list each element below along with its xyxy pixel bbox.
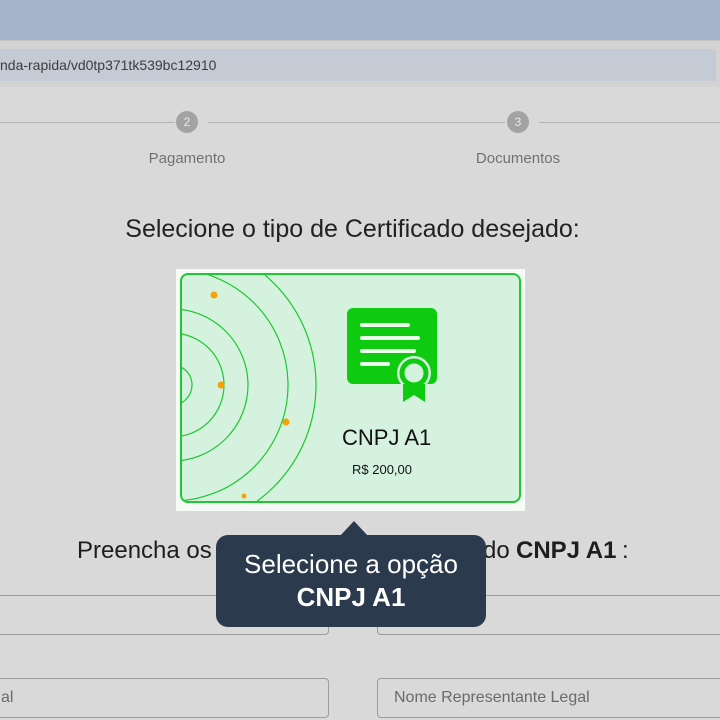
page-content: 2 3 Pagamento Documentos Selecione o tip… <box>0 87 720 720</box>
url-field[interactable]: nda-rapida/vd0tp371tk539bc12910 <box>0 49 716 81</box>
certificate-icon <box>347 308 437 402</box>
step-connector <box>0 122 175 123</box>
form-heading-end: : <box>622 537 629 564</box>
certificate-card-highlight: CNPJ A1 R$ 200,00 <box>176 269 525 511</box>
step-connector <box>539 122 720 123</box>
step-2-label: Pagamento <box>148 150 226 167</box>
tooltip-line1: Selecione a opção <box>244 549 458 579</box>
tutorial-tooltip: Selecione a opção CNPJ A1 <box>216 535 486 627</box>
url-text: nda-rapida/vd0tp371tk539bc12910 <box>0 57 217 73</box>
step-3-circle: 3 <box>507 111 529 133</box>
certificate-option-cnpj-a1[interactable]: CNPJ A1 R$ 200,00 <box>180 273 521 503</box>
browser-title-bar <box>0 0 720 40</box>
field-placeholder: Nome Representante Legal <box>394 689 590 706</box>
field-value: al <box>1 689 14 706</box>
card-price: R$ 200,00 <box>352 462 412 477</box>
browser-address-bar: nda-rapida/vd0tp371tk539bc12910 <box>0 40 720 87</box>
representante-legal-field[interactable]: Nome Representante Legal <box>377 678 720 718</box>
form-heading-left: Preencha os <box>77 537 212 564</box>
form-field-row2-left[interactable]: al <box>0 678 329 718</box>
step-connector <box>208 122 505 123</box>
tooltip-line2: CNPJ A1 <box>296 582 406 612</box>
form-heading-product: CNPJ A1 <box>516 537 617 564</box>
form-heading-middle: do <box>483 537 510 564</box>
card-title: CNPJ A1 <box>342 425 432 450</box>
step-3-label: Documentos <box>475 150 561 167</box>
step-2-circle: 2 <box>176 111 198 133</box>
page-heading: Selecione o tipo de Certificado desejado… <box>125 215 580 243</box>
